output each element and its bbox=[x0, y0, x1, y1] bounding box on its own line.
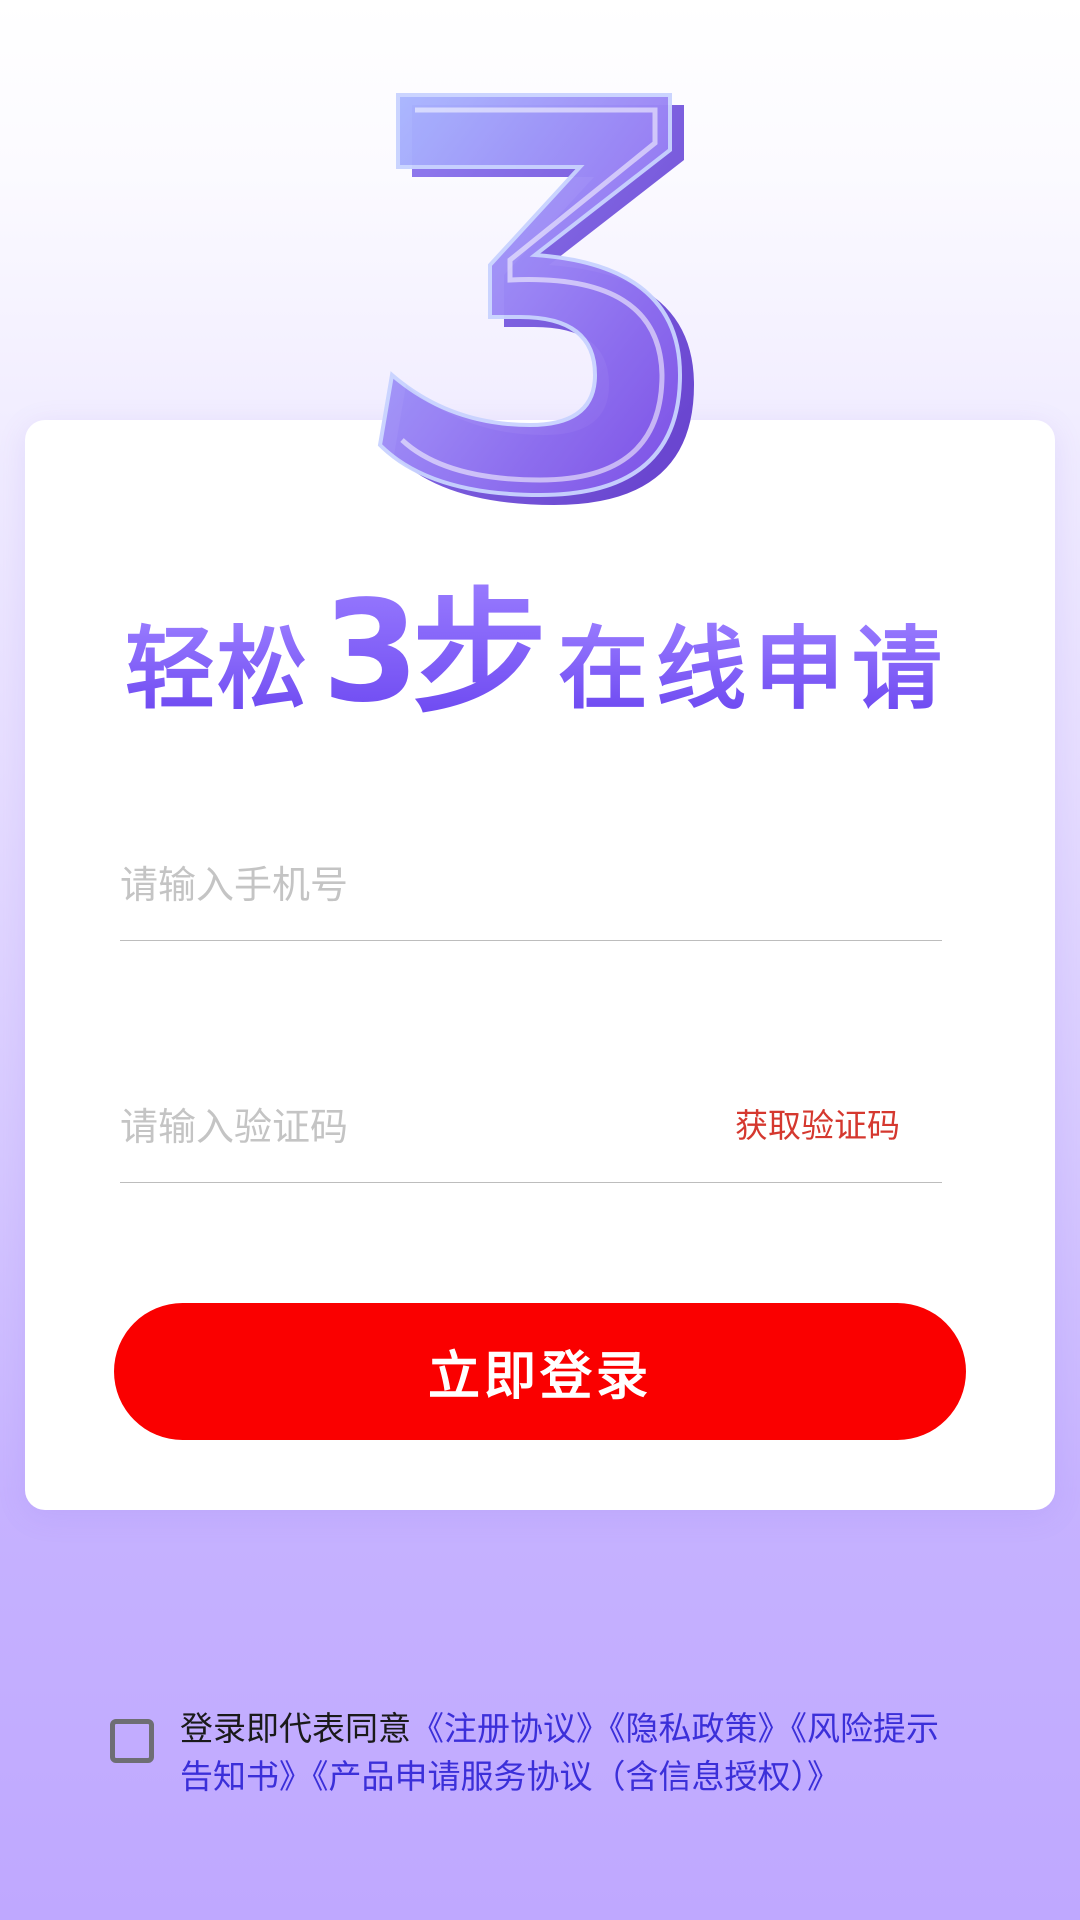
phone-input[interactable] bbox=[120, 842, 942, 928]
agreement-prefix: 登录即代表同意 bbox=[180, 1709, 411, 1748]
slogan-number: 3 bbox=[322, 571, 419, 720]
get-code-button[interactable]: 获取验证码 bbox=[735, 1106, 900, 1146]
login-button[interactable]: 立即登录 bbox=[114, 1303, 966, 1440]
link-service-agreement[interactable]: 《产品申请服务协议（含信息授权）》 bbox=[312, 1757, 840, 1796]
phone-field bbox=[120, 830, 942, 941]
agreement-checkbox[interactable] bbox=[110, 1719, 154, 1763]
number-three-3d-icon bbox=[377, 93, 694, 505]
slogan-part2: 步 bbox=[412, 575, 547, 720]
slogan-banner: 轻松 3 步 在线申请 bbox=[123, 569, 950, 720]
link-registration-agreement[interactable]: 《注册协议》 bbox=[411, 1709, 609, 1748]
link-privacy-policy[interactable]: 《隐私政策》 bbox=[609, 1709, 791, 1748]
verification-code-input[interactable] bbox=[120, 1084, 680, 1170]
slogan-part3: 在线申请 bbox=[558, 617, 950, 720]
verification-code-field: 获取验证码 bbox=[120, 1072, 942, 1183]
agreement-text: 登录即代表同意《注册协议》《隐私政策》《风险提示告知书》《产品申请服务协议（含信… bbox=[180, 1705, 960, 1801]
slogan-part1: 轻松 bbox=[125, 617, 309, 720]
